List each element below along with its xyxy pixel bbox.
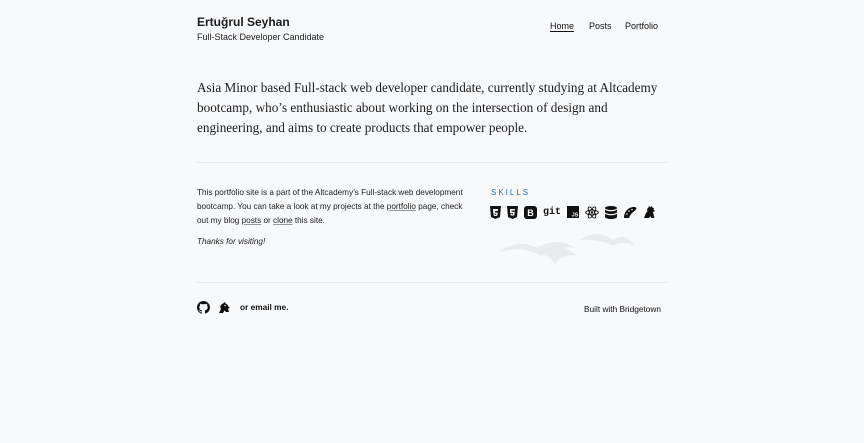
javascript-letters: JS [572, 213, 579, 219]
css3-icon [507, 205, 518, 219]
database-icon [605, 205, 618, 219]
react-icon [585, 205, 599, 219]
html5-icon [490, 205, 501, 219]
about-text: or [261, 216, 274, 225]
skills-heading: SKILLS [491, 188, 531, 197]
godzilla-icon [643, 205, 656, 219]
site-owner-role: Full-Stack Developer Candidate [197, 32, 325, 42]
nav-posts-link[interactable]: Posts [589, 21, 612, 31]
intro-text-end: bootcamp, who’s enthusiastic about worki… [197, 100, 608, 135]
mastodon-bird-icon[interactable] [218, 301, 231, 319]
nav-home-link[interactable]: Home [550, 21, 574, 31]
intro-paragraph: Asia Minor based Full-stack web develope… [197, 78, 672, 138]
page: Ertuğrul Seyhan Full-Stack Developer Can… [0, 0, 864, 443]
bootstrap-icon: B [524, 205, 537, 219]
javascript-icon: JS [567, 205, 580, 219]
email-link[interactable]: or email me. [240, 302, 288, 312]
decorative-birds-illustration [499, 234, 635, 264]
divider [197, 162, 667, 163]
built-with-text: Built with Bridgetown [584, 304, 662, 314]
about-paragraph: This portfolio site is a part of the Alt… [197, 186, 472, 228]
divider [197, 282, 667, 283]
portfolio-link[interactable]: portfolio [387, 202, 416, 211]
git-icon: git [543, 206, 562, 218]
intro-text-start: Asia Minor based Full-stack web develope… [197, 80, 600, 95]
nav-portfolio-link[interactable]: Portfolio [625, 21, 658, 31]
github-icon[interactable] [197, 301, 211, 319]
ruby-on-rails-icon [623, 205, 637, 219]
posts-link[interactable]: posts [242, 216, 262, 225]
altcademy-link[interactable]: Altcademy [599, 80, 657, 95]
skills-icon-row: B git JS [490, 204, 662, 220]
bootstrap-letter: B [527, 208, 534, 218]
clone-link[interactable]: clone [273, 216, 293, 225]
site-owner-name[interactable]: Ertuğrul Seyhan [197, 15, 290, 29]
about-text: this site. [292, 216, 325, 225]
thanks-note: Thanks for visiting! [197, 237, 266, 246]
